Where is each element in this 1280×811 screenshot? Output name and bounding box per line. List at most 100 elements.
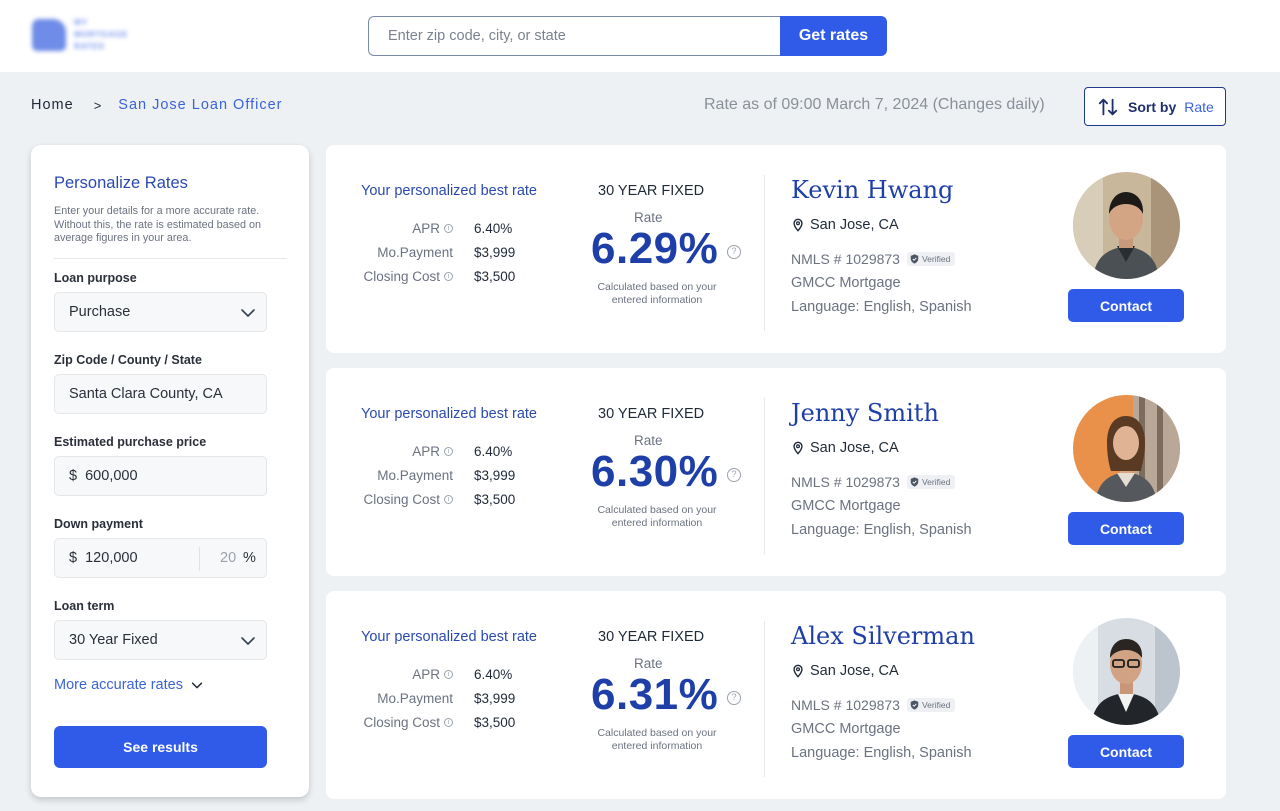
closing-cost-label: Closing Cost i [363, 492, 453, 507]
closing-cost-label: Closing Cost i [363, 269, 453, 284]
officer-name[interactable]: Kevin Hwang [791, 176, 953, 204]
sort-by-button[interactable]: Sort by Rate [1084, 87, 1226, 126]
location-search-input[interactable] [368, 16, 782, 56]
rate-label: Rate [634, 656, 663, 671]
more-accurate-rates-label: More accurate rates [54, 677, 183, 693]
apr-label-text: APR [412, 667, 440, 682]
officer-location: San Jose, CA [791, 663, 899, 679]
panel-title: Personalize Rates [54, 174, 188, 192]
apr-label: APR i [412, 221, 453, 236]
officer-company: GMCC Mortgage [791, 498, 901, 514]
best-rate-title: Your personalized best rate [361, 629, 537, 645]
zip-value: Santa Clara County, CA [69, 386, 223, 402]
nmls-number: NMLS # 1029873 Verified [791, 251, 956, 267]
calculation-note: Calculated based on your entered informa… [597, 727, 717, 752]
officer-avatar [1073, 618, 1180, 725]
officer-photo [1073, 395, 1180, 502]
down-payment-value: $ 120,000 [69, 550, 138, 566]
closing-cost-value: $3,500 [474, 715, 516, 730]
card-divider [764, 175, 765, 331]
chevron-down-icon [191, 682, 203, 689]
closing-cost-label: Closing Cost i [363, 715, 453, 730]
logo-line: MORTGAGE [74, 29, 129, 39]
zip-county-state-input[interactable]: Santa Clara County, CA [54, 374, 267, 414]
contact-button[interactable]: Contact [1068, 735, 1184, 768]
info-icon[interactable]: i [444, 447, 453, 456]
payment-label-text: Mo.Payment [377, 245, 453, 260]
payment-label: Mo.Payment [377, 468, 453, 483]
nmls-number: NMLS # 1029873 Verified [791, 474, 956, 490]
logo-line: RATES [74, 41, 105, 51]
top-header: MY MORTGAGE RATES Get rates [0, 0, 1280, 72]
best-rate-title: Your personalized best rate [361, 183, 537, 199]
zip-label: Zip Code / County / State [54, 353, 202, 367]
breadcrumb-current[interactable]: San Jose Loan Officer [118, 97, 282, 113]
more-accurate-rates-toggle[interactable]: More accurate rates [54, 677, 204, 693]
rate-label: Rate [634, 210, 663, 225]
chevron-down-icon [241, 637, 255, 645]
help-icon[interactable]: ? [727, 691, 741, 705]
apr-label: APR i [412, 667, 453, 682]
closing-cost-value: $3,500 [474, 269, 516, 284]
info-icon[interactable]: i [444, 272, 453, 281]
verified-badge: Verified [906, 698, 956, 712]
info-icon[interactable]: i [444, 670, 453, 679]
info-icon[interactable]: i [444, 495, 453, 504]
shield-check-icon [910, 477, 919, 487]
purchase-price-input[interactable]: $ 600,000 [54, 456, 267, 496]
map-pin-icon [793, 441, 803, 455]
see-results-button[interactable]: See results [54, 726, 267, 768]
closing-cost-label-text: Closing Cost [363, 715, 440, 730]
help-icon[interactable]: ? [727, 245, 741, 259]
payment-value: $3,999 [474, 468, 516, 483]
rate-value: 6.31% [591, 670, 719, 719]
get-rates-button[interactable]: Get rates [780, 16, 887, 56]
officer-name[interactable]: Jenny Smith [791, 399, 939, 427]
info-icon[interactable]: i [444, 718, 453, 727]
loan-term-heading: 30 YEAR FIXED [598, 629, 705, 645]
breadcrumb-home-link[interactable]: Home [31, 97, 74, 113]
officer-name[interactable]: Alex Silverman [791, 622, 975, 650]
nmls-text: NMLS # 1029873 [791, 474, 900, 490]
officer-company: GMCC Mortgage [791, 275, 901, 291]
contact-button[interactable]: Contact [1068, 289, 1184, 322]
down-payment-percent-input[interactable]: 20 [220, 550, 236, 566]
apr-value: 6.40% [474, 444, 513, 459]
percent-symbol: % [243, 550, 256, 566]
best-rate-title: Your personalized best rate [361, 406, 537, 422]
location-text: San Jose, CA [810, 217, 899, 233]
panel-divider [54, 258, 287, 259]
payment-label-text: Mo.Payment [377, 468, 453, 483]
loan-purpose-select[interactable]: Purchase [54, 292, 267, 332]
info-icon[interactable]: i [444, 224, 453, 233]
closing-cost-value: $3,500 [474, 492, 516, 507]
closing-cost-label-text: Closing Cost [363, 492, 440, 507]
loan-term-select[interactable]: 30 Year Fixed [54, 620, 267, 660]
down-payment-input[interactable]: $ 120,000 20 % [54, 538, 267, 578]
loan-purpose-value: Purchase [69, 304, 131, 320]
officer-languages: Language: English, Spanish [791, 299, 972, 315]
officer-languages: Language: English, Spanish [791, 745, 972, 761]
card-divider [764, 398, 765, 554]
nmls-text: NMLS # 1029873 [791, 697, 900, 713]
officer-location: San Jose, CA [791, 440, 899, 456]
calculation-note: Calculated based on your entered informa… [597, 281, 717, 306]
verified-text: Verified [921, 477, 951, 487]
verified-text: Verified [921, 700, 951, 710]
nmls-text: NMLS # 1029873 [791, 251, 900, 267]
loan-officer-card: Your personalized best rate APR i 6.40% M… [326, 591, 1226, 799]
loan-purpose-label: Loan purpose [54, 271, 137, 285]
loan-term-label: Loan term [54, 599, 115, 613]
payment-value: $3,999 [474, 245, 516, 260]
apr-label: APR i [412, 444, 453, 459]
site-logo[interactable]: MY MORTGAGE RATES [30, 15, 145, 57]
loan-officer-card: Your personalized best rate APR i 6.40% M… [326, 368, 1226, 576]
payment-value: $3,999 [474, 691, 516, 706]
sort-value: Rate [1184, 98, 1214, 115]
rate-timestamp: Rate as of 09:00 March 7, 2024 (Changes … [704, 96, 1045, 113]
officer-photo [1073, 172, 1180, 279]
contact-button[interactable]: Contact [1068, 512, 1184, 545]
down-payment-label: Down payment [54, 517, 143, 531]
logo-line: MY [74, 17, 88, 27]
help-icon[interactable]: ? [727, 468, 741, 482]
